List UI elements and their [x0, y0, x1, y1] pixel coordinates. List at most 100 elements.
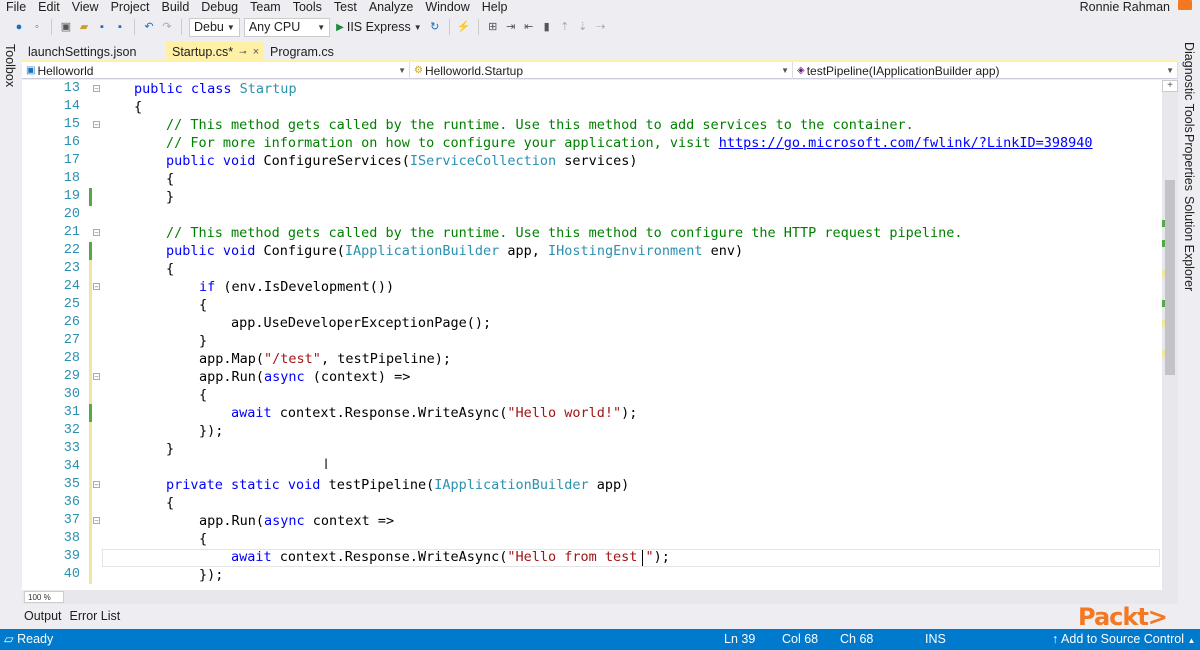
scroll-change-marker: [1162, 320, 1165, 327]
menu-window[interactable]: Window: [419, 0, 475, 14]
user-account-name[interactable]: Ronnie Rahman: [1080, 0, 1170, 14]
solution-platform-combo[interactable]: Any CPU ▼: [243, 17, 331, 37]
open-file-icon[interactable]: ▰: [77, 20, 91, 34]
toolbar-separator: [134, 19, 135, 35]
step-into-icon[interactable]: ⇥: [504, 20, 518, 34]
collapse-toggle[interactable]: −: [93, 229, 100, 237]
start-debugging-label: IIS Express: [346, 19, 411, 34]
chevron-down-icon: ▼: [781, 66, 789, 75]
redo-icon[interactable]: ↷: [160, 20, 174, 34]
user-avatar[interactable]: [1178, 0, 1192, 10]
line-number: 38: [63, 531, 80, 546]
line-number: 30: [63, 387, 80, 402]
unsaved-change-marker: [89, 548, 92, 566]
line-number: 34: [63, 459, 80, 474]
unsaved-change-marker: [89, 422, 92, 440]
tab-output[interactable]: Output: [22, 607, 64, 627]
saved-change-marker: [89, 188, 92, 206]
toolbox-tab[interactable]: Toolbox: [3, 44, 17, 87]
clear-bookmarks-icon[interactable]: ⇢: [594, 20, 608, 34]
undo-icon[interactable]: ↶: [142, 20, 156, 34]
menu-file[interactable]: File: [0, 0, 32, 14]
step-over-icon[interactable]: ⇤: [522, 20, 536, 34]
tab-launchsettings[interactable]: launchSettings.json: [22, 42, 166, 62]
collapse-toggle[interactable]: −: [93, 85, 100, 93]
code-line-23: {: [166, 261, 175, 277]
collapse-toggle[interactable]: −: [93, 121, 100, 129]
unsaved-change-marker: [89, 332, 92, 350]
save-icon[interactable]: ▪: [95, 20, 109, 34]
type-dropdown[interactable]: ⚙ Helloworld.Startup ▼: [410, 62, 793, 79]
status-char: Ch 68: [840, 632, 874, 646]
bookmark-icon[interactable]: ▮: [540, 20, 554, 34]
code-line-26: app.UseDeveloperExceptionPage();: [231, 315, 492, 331]
code-line-16: // For more information on how to config…: [166, 134, 1093, 152]
menu-help[interactable]: Help: [476, 0, 514, 14]
code-line-31: await context.Response.WriteAsync("Hello…: [231, 405, 638, 421]
solution-explorer-tab[interactable]: Solution Explorer: [1182, 196, 1196, 291]
string-literal: "Hello from test: [507, 549, 646, 565]
split-window-button[interactable]: +: [1162, 80, 1178, 92]
code-line-39: await context.Response.WriteAsync("Hello…: [231, 549, 670, 565]
save-all-icon[interactable]: ▪: [113, 20, 127, 34]
tab-program[interactable]: Program.cs: [264, 42, 364, 62]
toggle-designer-icon[interactable]: ⊞: [486, 20, 500, 34]
unsaved-change-marker: [89, 458, 92, 476]
collapse-toggle[interactable]: −: [93, 283, 100, 291]
line-number: 16: [63, 135, 80, 150]
menu-build[interactable]: Build: [155, 0, 195, 14]
collapse-toggle[interactable]: −: [93, 517, 100, 525]
document-tabs: launchSettings.json Startup.cs* ⊸ × Prog…: [22, 40, 1178, 62]
menu-test[interactable]: Test: [328, 0, 363, 14]
fwlink-hyperlink[interactable]: https://go.microsoft.com/fwlink/?LinkID=…: [719, 135, 1093, 151]
menu-project[interactable]: Project: [105, 0, 156, 14]
solution-configuration-combo[interactable]: Debu ▼: [189, 17, 240, 37]
menu-edit[interactable]: Edit: [32, 0, 66, 14]
type-dropdown-value: Helloworld.Startup: [424, 63, 524, 78]
editor-vertical-scrollbar[interactable]: [1162, 80, 1178, 590]
menu-analyze[interactable]: Analyze: [363, 0, 419, 14]
browser-link-icon[interactable]: ⚡: [457, 20, 471, 34]
menu-tools[interactable]: Tools: [287, 0, 328, 14]
diagnostic-tools-tab[interactable]: Diagnostic Tools: [1182, 42, 1196, 133]
code-line-13: public class Startup: [134, 81, 297, 97]
line-number: 14: [63, 99, 80, 114]
scroll-change-marker: [1162, 240, 1165, 247]
right-tool-strip: Diagnostic Tools Properties Solution Exp…: [1178, 40, 1200, 628]
string-literal: ": [645, 549, 654, 565]
chevron-down-icon: ▼: [413, 22, 422, 32]
zoom-level-combo[interactable]: 100 %: [24, 591, 64, 603]
navigate-back-icon[interactable]: ●: [12, 20, 26, 34]
next-bookmark-icon[interactable]: ⇣: [576, 20, 590, 34]
scrollbar-thumb[interactable]: [1165, 180, 1175, 375]
line-number: 39: [63, 549, 80, 564]
collapse-toggle[interactable]: −: [93, 481, 100, 489]
properties-tab[interactable]: Properties: [1182, 134, 1196, 191]
prev-bookmark-icon[interactable]: ⇡: [558, 20, 572, 34]
code-line-40: });: [199, 567, 224, 583]
member-dropdown[interactable]: ◈ testPipeline(IApplicationBuilder app) …: [793, 62, 1178, 79]
menu-view[interactable]: View: [66, 0, 105, 14]
close-icon[interactable]: ×: [253, 42, 259, 62]
menu-debug[interactable]: Debug: [195, 0, 244, 14]
code-line-25: {: [199, 297, 208, 313]
code-line-19: }: [166, 189, 175, 205]
collapse-toggle[interactable]: −: [93, 373, 100, 381]
refresh-icon[interactable]: ↻: [428, 20, 442, 34]
pin-icon[interactable]: ⊸: [239, 42, 247, 62]
member-dropdown-value: testPipeline(IApplicationBuilder app): [806, 63, 1000, 78]
scroll-change-marker: [1162, 270, 1165, 277]
unsaved-change-marker: [89, 368, 92, 386]
new-project-icon[interactable]: ▣: [59, 20, 73, 34]
code-editor[interactable]: 13 14 15 16 17 18 19 20 21 22 23 24 25 2…: [22, 80, 1162, 590]
line-number: 13: [63, 81, 80, 96]
navigate-forward-icon[interactable]: ◦: [30, 20, 44, 34]
add-to-source-control-button[interactable]: ↑ Add to Source Control ▲: [1052, 629, 1195, 650]
tab-startup[interactable]: Startup.cs* ⊸ ×: [166, 42, 264, 62]
code-line-36: {: [166, 495, 175, 511]
tab-label: launchSettings.json: [28, 45, 137, 59]
tab-error-list[interactable]: Error List: [68, 607, 123, 627]
project-dropdown[interactable]: ▣ Helloworld ▼: [22, 62, 410, 79]
start-debugging-button[interactable]: ▶ IIS Express ▼: [334, 18, 424, 37]
menu-team[interactable]: Team: [244, 0, 287, 14]
